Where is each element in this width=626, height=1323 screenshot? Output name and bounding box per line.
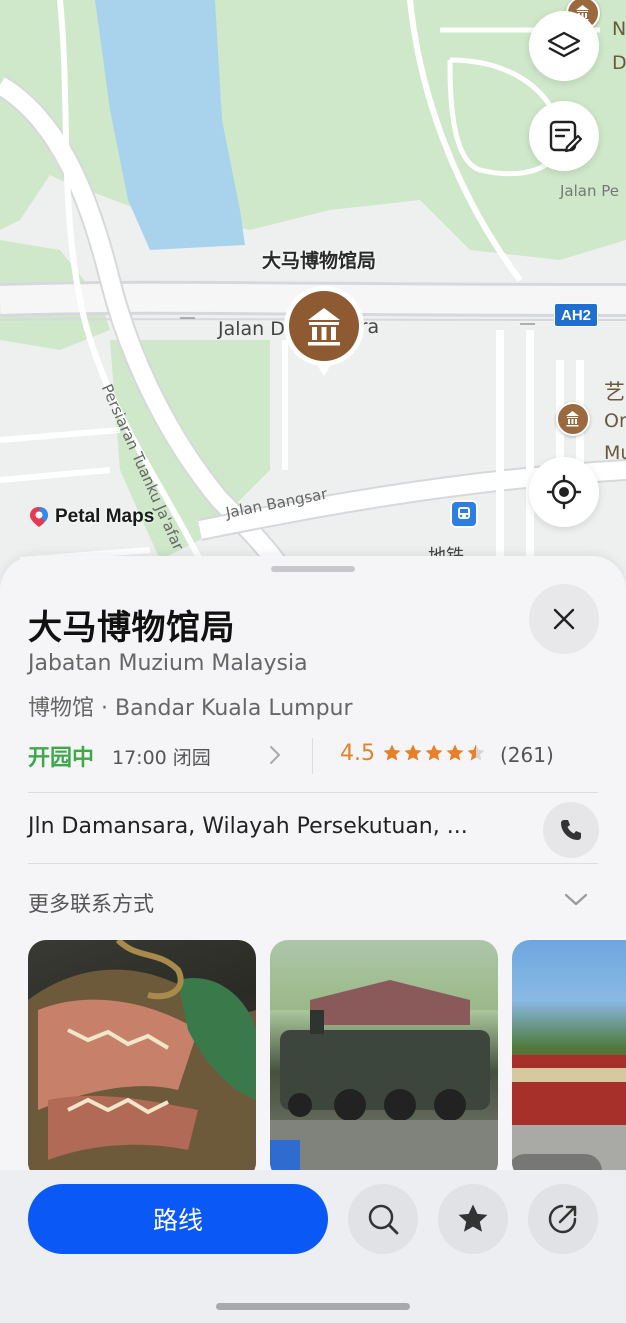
star-half-icon: [467, 744, 485, 761]
petal-maps-logo-icon: [30, 507, 48, 527]
photo-dragon-sculpture[interactable]: [28, 940, 256, 1180]
search-icon: [368, 1204, 399, 1235]
share-button[interactable]: [528, 1184, 598, 1254]
side-poi-label-mu[interactable]: Mu: [604, 442, 626, 464]
road-label-jalan-damansara: Jalan D: [218, 318, 285, 340]
phone-icon: [561, 820, 581, 840]
rating-value[interactable]: 4.5: [340, 741, 375, 766]
review-count[interactable]: (261): [500, 743, 554, 767]
my-location-button[interactable]: [529, 457, 599, 527]
map-layers-button[interactable]: [529, 11, 599, 81]
bottom-action-bar: 路线: [0, 1170, 626, 1323]
home-indicator[interactable]: [216, 1303, 410, 1310]
side-poi-label-or[interactable]: Or: [604, 410, 626, 432]
rating-stars[interactable]: [382, 743, 486, 763]
brand-name: Petal Maps: [55, 506, 155, 527]
map-view[interactable]: 大马博物馆局 Jalan D ara Jalan Bangsar Persiar…: [0, 0, 626, 600]
hours-chevron-right-icon[interactable]: [268, 744, 282, 771]
place-name-en: Jabatan Muzium Malaysia: [28, 651, 308, 676]
top-poi-label-d[interactable]: D: [612, 52, 626, 74]
closing-time: 17:00 闭园: [112, 747, 211, 769]
museum-poi-icon[interactable]: [556, 402, 590, 436]
metro-station-icon[interactable]: [450, 500, 478, 528]
petal-maps-brand: Petal Maps: [28, 506, 154, 528]
more-contact-methods[interactable]: 更多联系方式: [28, 888, 154, 918]
close-icon: [553, 608, 575, 630]
open-status: 开园中: [28, 746, 95, 771]
star-icon: [458, 1204, 488, 1232]
divider: [28, 792, 598, 793]
route-button[interactable]: 路线: [28, 1184, 328, 1254]
side-poi-label-art[interactable]: 艺: [604, 376, 625, 406]
highway-badge: AH2: [554, 303, 598, 327]
call-button[interactable]: [543, 802, 599, 858]
place-address[interactable]: Jln Damansara, Wilayah Persekutuan, ...: [28, 814, 468, 839]
place-name: 大马博物馆局: [28, 608, 235, 648]
search-nearby-button[interactable]: [348, 1184, 418, 1254]
locate-icon: [546, 474, 582, 510]
photo-steam-locomotive[interactable]: [270, 940, 498, 1180]
edit-notes-icon: [549, 120, 583, 153]
star-full-icon: [383, 744, 401, 761]
star-full-icon: [425, 744, 443, 761]
hours-rating-row: 开园中 17:00 闭园 4.5 (261): [28, 738, 598, 774]
map-poi-title[interactable]: 大马博物馆局: [262, 246, 376, 273]
favorite-button[interactable]: [438, 1184, 508, 1254]
divider: [312, 738, 313, 774]
divider: [28, 863, 598, 864]
sheet-drag-handle[interactable]: [271, 566, 355, 572]
top-poi-label-n[interactable]: N: [612, 18, 626, 40]
chevron-down-icon[interactable]: [563, 892, 589, 913]
road-label-jalan-pe: Jalan Pe: [560, 182, 619, 200]
place-category-location: 博物馆 · Bandar Kuala Lumpur: [28, 696, 353, 721]
star-full-icon: [404, 744, 422, 761]
photo-red-train[interactable]: [512, 940, 626, 1180]
share-icon: [548, 1204, 577, 1234]
layers-icon: [547, 31, 581, 58]
close-button[interactable]: [529, 584, 599, 654]
selected-museum-pin[interactable]: [284, 286, 364, 378]
map-notes-button[interactable]: [529, 101, 599, 171]
star-full-icon: [446, 744, 464, 761]
